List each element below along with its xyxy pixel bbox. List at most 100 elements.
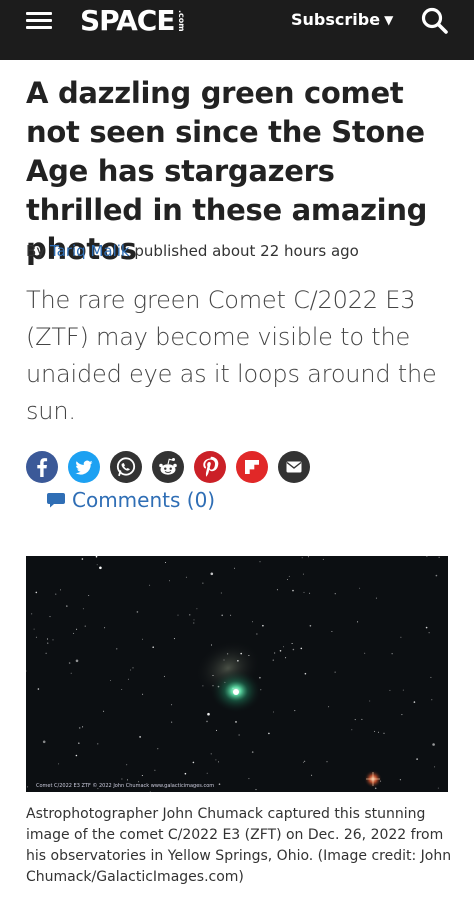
comment-bubble-icon [47, 493, 65, 508]
author-link[interactable]: Tariq Malik [50, 242, 130, 260]
star [413, 701, 416, 703]
star [47, 638, 48, 640]
star [152, 646, 154, 648]
star [149, 584, 151, 586]
star [52, 639, 54, 641]
star [184, 772, 187, 775]
star [88, 595, 90, 596]
star [307, 556, 309, 558]
star [238, 734, 240, 736]
comet-image [26, 556, 448, 792]
star [212, 675, 214, 676]
star [127, 779, 128, 781]
star [49, 616, 51, 618]
star [73, 632, 75, 634]
facebook-share-button[interactable] [26, 451, 58, 483]
star [37, 688, 40, 690]
hamburger-menu-icon[interactable] [26, 12, 52, 30]
star [202, 582, 204, 584]
star [76, 628, 78, 630]
star [163, 675, 165, 677]
star [27, 786, 29, 788]
star [248, 778, 250, 780]
star [351, 729, 353, 731]
star [416, 758, 418, 760]
star [58, 763, 60, 765]
search-icon[interactable] [420, 6, 450, 36]
star [328, 706, 330, 708]
star [206, 772, 208, 774]
star [210, 753, 212, 755]
site-header: SPACE .com Subscribe ▼ [0, 0, 474, 60]
comet-photo[interactable]: Comet C/2022 E3 ZTF © 2022 John Chumack … [26, 556, 448, 792]
byline-prefix: By [26, 242, 46, 260]
star [292, 589, 294, 592]
star [55, 593, 57, 595]
subscribe-label: Subscribe [291, 10, 381, 29]
star [31, 613, 33, 615]
star [260, 689, 262, 691]
star [391, 653, 393, 655]
email-share-button[interactable] [278, 451, 310, 483]
star [383, 732, 385, 734]
pinterest-share-button[interactable] [194, 451, 226, 483]
comments-label: Comments (0) [72, 488, 216, 512]
star [273, 711, 274, 713]
star [220, 592, 222, 594]
star [227, 653, 229, 655]
star [221, 614, 223, 617]
star [210, 572, 214, 576]
star [248, 655, 250, 656]
star [35, 636, 37, 638]
star [303, 761, 304, 763]
star [218, 761, 219, 763]
star [401, 714, 403, 716]
star [285, 657, 287, 659]
star [234, 567, 235, 569]
star [375, 597, 377, 599]
star [259, 676, 261, 679]
site-logo[interactable]: SPACE .com [80, 4, 186, 38]
star [374, 730, 376, 732]
star [110, 680, 111, 681]
star [292, 648, 295, 651]
share-bar [26, 451, 326, 485]
star [136, 611, 139, 613]
email-icon [278, 451, 310, 483]
star [84, 625, 86, 627]
flipboard-share-button[interactable] [236, 451, 268, 483]
star [402, 689, 404, 691]
whatsapp-share-button[interactable] [110, 451, 142, 483]
star [96, 564, 98, 566]
subscribe-button[interactable]: Subscribe ▼ [291, 10, 393, 30]
star [42, 740, 46, 744]
star [218, 783, 221, 785]
star [68, 662, 71, 664]
star [130, 669, 132, 671]
star [223, 659, 225, 661]
star [326, 761, 328, 763]
star [47, 642, 49, 644]
reddit-share-button[interactable] [152, 451, 184, 483]
star [121, 689, 123, 690]
star [268, 732, 270, 735]
star [33, 628, 35, 630]
star [193, 619, 195, 621]
twitter-share-button[interactable] [68, 451, 100, 483]
star [432, 743, 435, 746]
star [283, 646, 284, 648]
article-standfirst: The rare green Comet C/2022 E3 (ZTF) may… [26, 286, 437, 425]
star [430, 676, 432, 678]
star [189, 614, 191, 616]
star [66, 605, 68, 607]
star [434, 766, 436, 768]
star [389, 689, 391, 691]
star [224, 681, 226, 683]
star [294, 710, 296, 712]
star [435, 574, 438, 577]
star [232, 687, 234, 689]
star [262, 624, 264, 627]
star [309, 592, 311, 594]
star [437, 787, 439, 789]
star [78, 742, 80, 744]
